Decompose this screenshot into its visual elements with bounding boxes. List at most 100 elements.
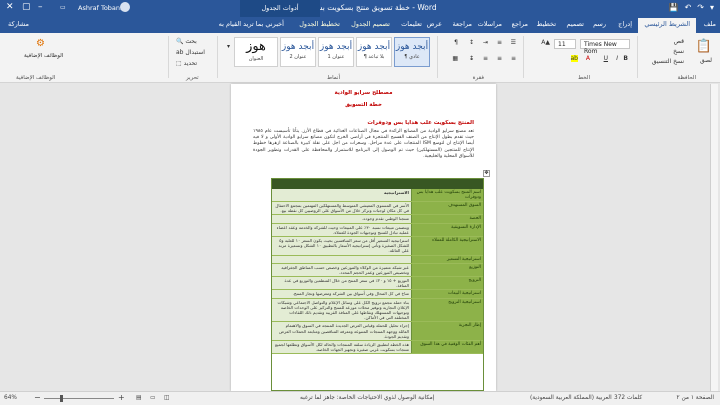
style-sample: أبجد هوز [395,42,429,52]
select-button[interactable]: ⬚ تحديد [176,60,197,67]
word-count[interactable]: 372 كلمات [614,395,642,401]
customize-qat-icon[interactable]: ▾ [710,3,714,12]
document-page[interactable]: مصطلح سرايو الوادية خطة التسويق المنتج ب… [231,84,496,391]
tab-table-layout[interactable]: تخطيط الجدول [299,20,340,28]
style-name: ¶ عادي [404,54,420,60]
tab-draw[interactable]: رسم [593,20,606,28]
line-spacing-icon[interactable]: ↨ [469,55,474,62]
row-text: بناء حملة نتجمع ترويج الكل على وسائل الإ… [272,298,411,322]
underline-icon[interactable]: U [604,55,608,62]
font-color-icon[interactable]: A [586,55,590,62]
table-row: الحصة منتجنا الوطني تقدم وجوده. [272,215,483,224]
tab-home[interactable]: الشريط الرئيسي [638,18,696,33]
paragraph-group-label: فقرة [472,75,484,81]
row-label: اسم المنتج بسكويت علب هدايا بس ودوفرات [411,189,483,201]
row-label: استراتيجية البيعات [411,290,483,298]
group-separator [168,36,169,78]
tab-file[interactable]: ملف [704,20,716,28]
group-separator [637,36,638,78]
addins-button[interactable]: الوظائف الإضافية [24,53,63,59]
row-text [272,255,411,263]
indent-icon[interactable]: ⇥ [483,39,488,46]
italic-icon[interactable]: I [616,55,618,62]
bold-icon[interactable]: B [623,55,628,62]
avatar[interactable] [120,2,130,12]
page-count[interactable]: الصفحة ١ من ٢ [677,395,715,401]
font-name-box[interactable]: Times New Rom [580,39,630,55]
tab-view[interactable]: عرض [427,20,442,28]
tab-help[interactable]: تعليمات [401,20,422,28]
paste-button[interactable]: لصق [700,57,712,64]
language-status[interactable]: العربية (المملكة العربية السعودية) [530,395,612,401]
row-text: الاستراتيجية [272,189,411,201]
row-label: استراتيجية الترويج [411,298,483,322]
align-right-icon[interactable]: ≡ [511,55,516,62]
zoom-in-button[interactable]: + [118,393,125,402]
sort-icon[interactable]: ↕ [469,39,474,46]
cut-button[interactable]: قص [674,38,684,45]
tab-table-design[interactable]: تصميم الجدول [351,20,390,28]
zoom-out-button[interactable]: − [34,393,41,402]
style-sample: هوز [246,39,266,54]
shading-icon[interactable]: ▦ [452,55,458,62]
replace-button[interactable]: ab استبدال [176,49,205,56]
style-name: عنوان 2 [289,54,307,60]
status-bar: 64% − + ▤ ▭ ◫ إمكانية الوصول لذوي الاحتي… [0,391,720,405]
group-separator [523,36,524,78]
tab-mailings[interactable]: مراسلات [478,20,502,28]
styles-group-label: أنماط [326,75,340,81]
align-left-icon[interactable]: ≡ [483,55,488,62]
product-heading: المنتج بسكويت علب هدايا بس ودوفرات [367,120,474,126]
print-layout-icon[interactable]: ▤ [136,395,141,401]
redo-icon[interactable]: ↷ [697,3,704,12]
web-layout-icon[interactable]: ◫ [164,395,169,401]
read-mode-icon[interactable]: ▭ [150,395,155,401]
grow-font-icon[interactable]: A▲ [541,39,550,46]
table-row: إطار التجربة إجراء تحليل للحملة وقياس الع… [272,322,483,342]
style-no-spacing[interactable]: أبجد هوز ¶ بلا تباعد [356,37,392,67]
vertical-ruler [710,84,718,391]
style-heading-1[interactable]: أبجد هوز عنوان 1 [318,37,354,67]
tab-review[interactable]: مراجعة [452,20,472,28]
tell-me-box[interactable]: أخبرني بما تريد القيام به [219,20,284,28]
show-marks-icon[interactable]: ¶ [454,39,458,46]
align-center-icon[interactable]: ≡ [497,55,502,62]
tab-references[interactable]: مراجع [512,20,528,28]
find-button[interactable]: 🔍 بحث [176,38,197,45]
maximize-button[interactable]: ▢ [22,2,31,12]
table-move-handle-icon[interactable]: ✥ [483,170,490,177]
bullets-icon[interactable]: ☰ [511,39,516,46]
close-button[interactable]: ✕ [6,2,14,12]
zoom-slider[interactable] [44,398,114,399]
ribbon-display-icon[interactable]: ▭ [60,4,66,11]
highlight-icon[interactable]: ab [570,55,578,62]
zoom-slider-handle[interactable] [60,395,63,402]
copy-button[interactable]: نسخ [673,48,684,55]
tab-design[interactable]: تصميم [567,20,585,28]
styles-more-icon[interactable]: ▾ [227,43,230,50]
accessibility-status[interactable]: إمكانية الوصول لذوي الاحتياجات الخاصة: ج… [300,395,434,401]
numbering-icon[interactable]: ≡ [497,39,502,46]
table-header-row [272,179,483,189]
zoom-level[interactable]: 64% [4,395,17,401]
font-size-box[interactable]: 11 [554,39,576,49]
minimize-button[interactable]: – [38,2,43,12]
paste-icon[interactable]: 📋 [696,39,712,54]
tab-layout[interactable]: تخطيط [537,20,556,28]
style-title[interactable]: هوز العنوان [234,37,278,67]
save-icon[interactable]: 💾 [669,3,679,12]
undo-icon[interactable]: ↶ [685,3,692,12]
row-text: عبر شبكة متميزة من الوكلاء والموزعين وخص… [272,263,411,277]
style-normal[interactable]: أبجد هوز ¶ عادي [394,37,430,67]
row-label: استراتيجية التسعير [411,255,483,263]
format-painter-button[interactable]: نسخ التنسيق [652,58,684,65]
table-row: أهم الفئات الوقتية في هذا السوق هذه الخطة… [272,341,483,355]
addins-icon[interactable]: ⚙ [36,38,45,49]
share-button[interactable]: مشاركة [8,20,29,28]
style-heading-2[interactable]: أبجد هوز عنوان 2 [280,37,316,67]
editing-group-label: تحرير [186,75,199,81]
tab-insert[interactable]: إدراج [618,20,632,28]
user-name[interactable]: Ashraf Tobani [78,4,122,12]
marketing-table: اسم المنتج بسكويت علب هدايا بس ودوفرات ال… [271,178,484,391]
style-name: العنوان [248,56,264,62]
